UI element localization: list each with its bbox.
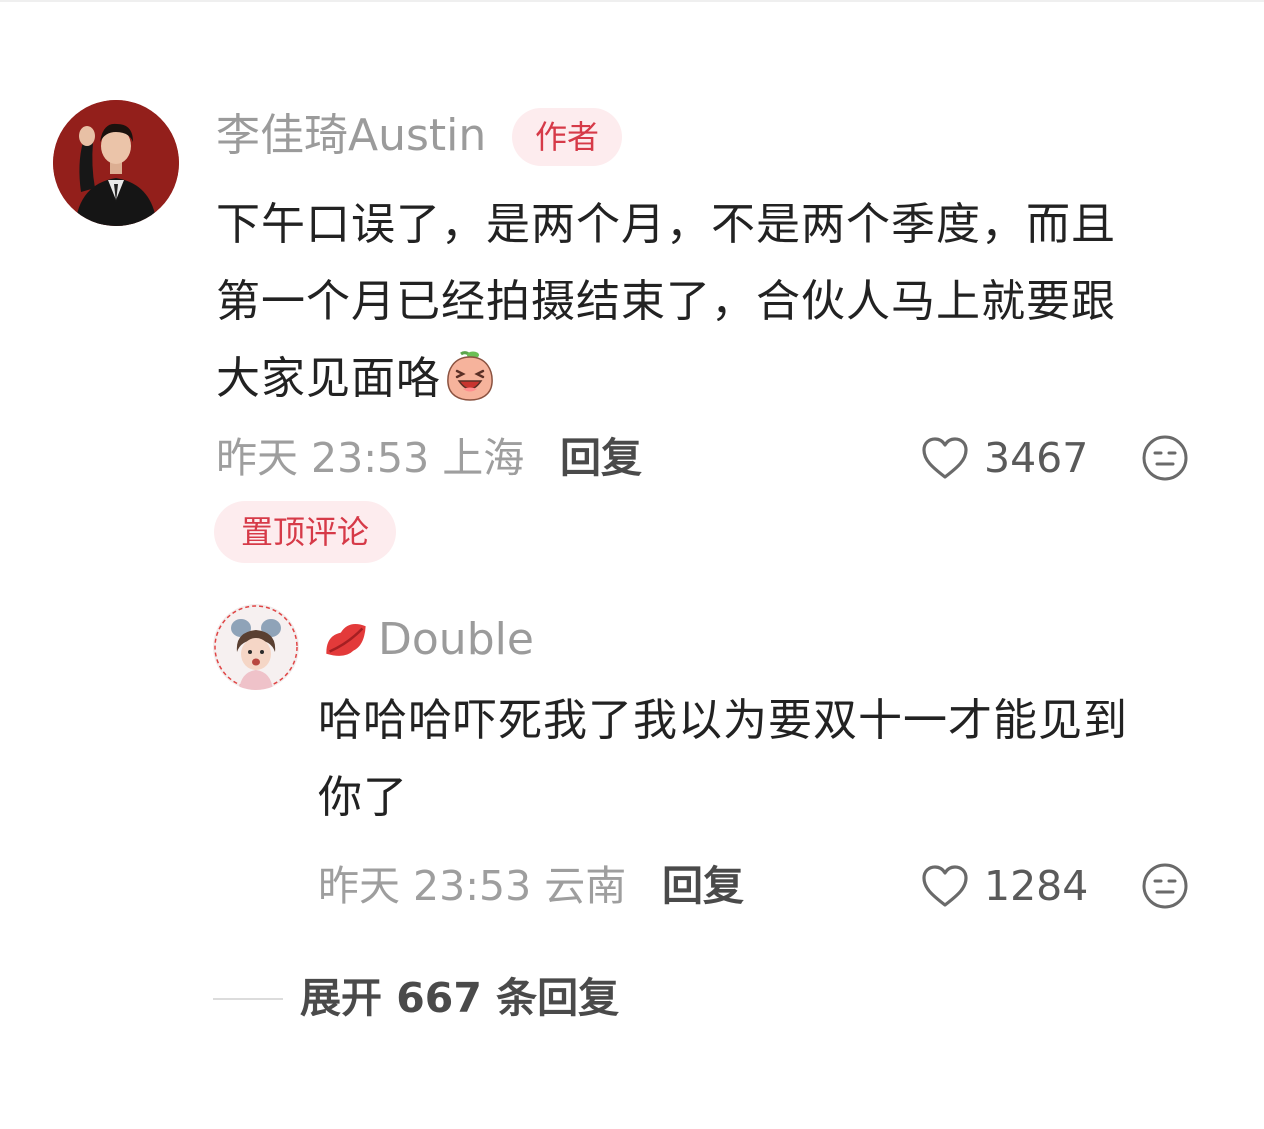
reply-text: 哈哈哈吓死我了我以为要双十一才能见到 你了 (318, 682, 1218, 836)
reply-author-avatar[interactable] (213, 604, 299, 690)
author-badge: 作者 (512, 108, 622, 166)
reply-text-line: 哈哈哈吓死我了我以为要双十一才能见到 (318, 695, 1128, 746)
reply-author[interactable]: Double (318, 612, 534, 668)
like-count: 3467 (984, 434, 1089, 482)
comment-text-line: 大家见面咯 (216, 340, 1226, 417)
heart-icon (922, 437, 968, 479)
reply-reply-button[interactable]: 回复 (662, 858, 744, 914)
reply-author-name: Double (378, 614, 534, 665)
reply-button[interactable]: 回复 (560, 430, 642, 486)
heart-icon (922, 865, 968, 907)
reply-like-button[interactable]: 1284 (920, 858, 1088, 914)
author-name[interactable]: 李佳琦Austin (216, 108, 486, 164)
expand-divider (213, 998, 283, 1000)
reply-text-line: 你了 (318, 772, 408, 823)
pinned-comment-badge: 置顶评论 (214, 501, 396, 563)
reply-dislike-face-icon[interactable] (1141, 862, 1189, 910)
lips-icon (326, 624, 366, 656)
top-divider (0, 0, 1264, 2)
comment-text-line: 下午口误了，是两个月，不是两个季度，而且 (216, 199, 1116, 250)
comment-text-line: 第一个月已经拍摄结束了，合伙人马上就要跟 (216, 276, 1116, 327)
like-button[interactable]: 3467 (920, 430, 1088, 486)
comment-text-line-content: 大家见面咯 (216, 353, 441, 404)
comment-time-location: 昨天 23:53 上海 (216, 434, 525, 482)
reply-time-location: 昨天 23:53 云南 (318, 862, 627, 910)
reply-like-count: 1284 (984, 862, 1089, 910)
author-avatar[interactable] (53, 100, 179, 226)
dislike-face-icon[interactable] (1141, 434, 1189, 482)
comment-text: 下午口误了，是两个月，不是两个季度，而且 第一个月已经拍摄结束了，合伙人马上就要… (216, 186, 1226, 417)
laughing-peach-emoji-icon (443, 349, 497, 403)
expand-replies-button[interactable]: 展开 667 条回复 (300, 970, 619, 1026)
